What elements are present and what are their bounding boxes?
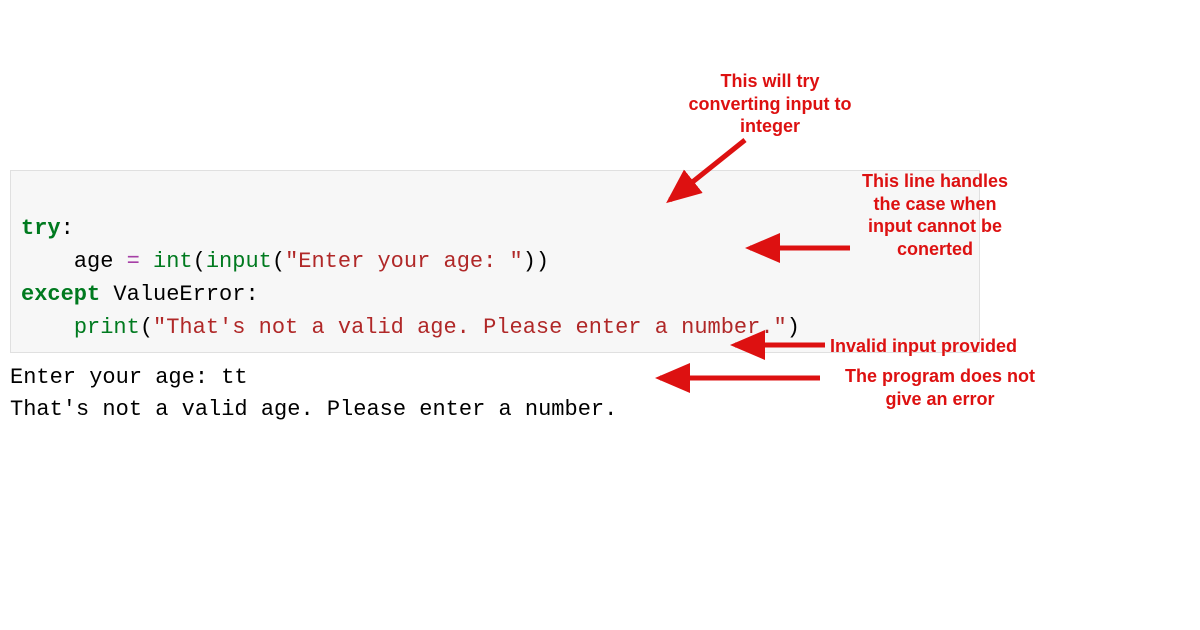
code-line-3: except ValueError: (21, 282, 259, 307)
keyword-except: except (21, 282, 100, 307)
code-line-1: try: (21, 216, 74, 241)
annotation-except-handles: This line handles the case when input ca… (855, 170, 1015, 260)
output-line-1: Enter your age: tt (10, 365, 248, 390)
output-line-2: That's not a valid age. Please enter a n… (10, 397, 617, 422)
keyword-try: try (21, 216, 61, 241)
code-block: try: age = int(input("Enter your age: ")… (10, 170, 980, 353)
annotation-no-error: The program does not give an error (825, 365, 1055, 410)
output-block: Enter your age: tt That's not a valid ag… (10, 330, 617, 426)
annotation-try-convert: This will try converting input to intege… (680, 70, 860, 138)
annotation-invalid-input: Invalid input provided (830, 335, 1050, 358)
code-line-2: age = int(input("Enter your age: ")) (21, 249, 549, 274)
